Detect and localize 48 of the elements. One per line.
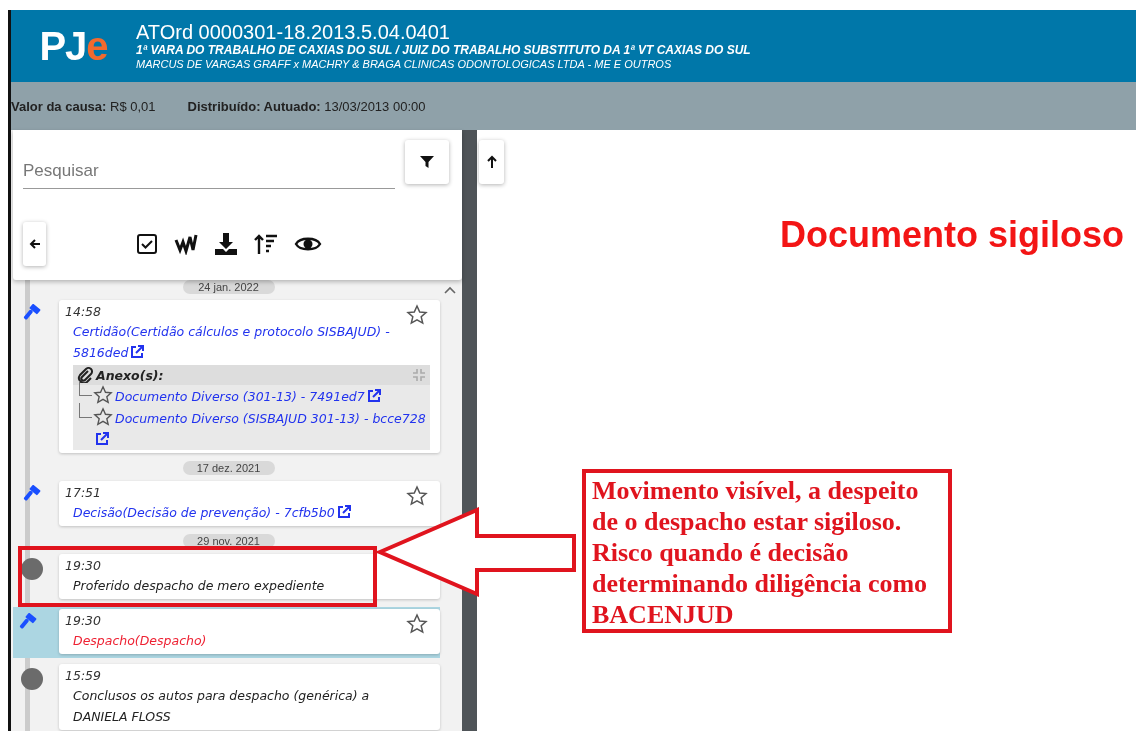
signature-icon[interactable]	[174, 233, 198, 255]
download-icon[interactable]	[214, 232, 238, 256]
case-parties: MARCUS DE VARGAS GRAFF x MACHRY & BRAGA CLINICAS ODONTOLOGICAS LTDA - ME E OUTROS	[136, 58, 673, 71]
info-field: Distribuído: Autuado: 13/03/2013 00:00	[187, 98, 426, 114]
confidential-message: Documento sigiloso	[779, 214, 1124, 256]
scroll-up-icon[interactable]	[444, 286, 456, 294]
entry-time: 17:51	[65, 484, 102, 502]
arrow-left-icon	[28, 238, 41, 250]
star-icon[interactable]	[406, 304, 428, 326]
scroll-top-button[interactable]	[479, 140, 504, 184]
date-label: 17 dez. 2021	[182, 461, 275, 475]
back-button[interactable]	[23, 222, 46, 266]
timeline-card[interactable]: 19:30 Despacho(Despacho)	[59, 609, 440, 654]
external-link-icon	[366, 389, 381, 403]
document-link[interactable]: Decisão(Decisão de prevenção) - 7cfb5b0	[65, 502, 430, 523]
arrow-up-icon	[485, 155, 498, 169]
star-icon[interactable]	[406, 485, 428, 507]
paperclip-icon	[77, 367, 93, 383]
court-name: 1ª VARA DO TRABALHO DE CAXIAS DO SUL / JUIZ DO TRABALHO SUBSTITUTO DA 1ª VT CAXIAS DO SUL	[136, 44, 751, 59]
logo: PJe	[38, 23, 109, 69]
filter-button[interactable]	[405, 140, 449, 184]
timeline-card[interactable]: 17:51 Decisão(Decisão de prevenção) - 7cfb5b0	[59, 481, 440, 526]
case-number: ATOrd 0000301-18.2013.5.04.0401	[136, 21, 451, 45]
timeline-card[interactable]: 15:59 Conclusos os autos para despacho (genérica) a DANIELA FLOSS	[59, 664, 440, 730]
timeline-card[interactable]: 14:58 Certidão(Certidão cálculos e protocolo SISBAJUD) - 5816ded Anexo(s): Documento Diverso (301-13) - 7491ed7 Documento Diverso (SISBAJUD 301-13) - bcce728	[59, 300, 440, 453]
dot-icon	[21, 558, 43, 580]
document-link[interactable]: Despacho(Despacho)	[65, 630, 430, 651]
star-icon[interactable]	[93, 385, 113, 405]
movement-text: Proferido despacho de mero expediente	[72, 577, 326, 595]
star-icon[interactable]	[93, 407, 113, 427]
annotation-note: Movimento visível, a despeito de o despacho estar sigiloso. Risco quando é decisão determinando diligência como BACENJUD	[582, 469, 952, 633]
filter-icon	[419, 154, 435, 170]
movement-text: Conclusos os autos para despacho (genérica) a DANIELA FLOSS	[72, 687, 371, 726]
document-link[interactable]: Certidão(Certidão cálculos e protocolo SISBAJUD) - 5816ded	[65, 321, 430, 363]
info-field: Valor da causa: R$ 0,01	[11, 98, 156, 114]
dot-icon	[21, 668, 43, 690]
star-icon[interactable]	[406, 613, 428, 635]
entry-time: 15:59	[65, 667, 102, 685]
entry-time: 14:58	[65, 303, 102, 321]
timeline-card[interactable]: 19:30 Proferido despacho de mero expediente	[59, 554, 440, 599]
entry-time: 19:30	[65, 557, 102, 575]
date-label: 24 jan. 2022	[182, 280, 275, 294]
checkbox-icon[interactable]	[136, 233, 158, 255]
entry-time: 19:30	[65, 612, 102, 630]
external-link-icon	[95, 432, 109, 446]
sort-icon[interactable]	[254, 233, 278, 255]
selected-entry-background[interactable]: 19:30 Despacho(Despacho)	[13, 607, 440, 658]
attachments-label: Anexo(s):	[96, 367, 164, 383]
